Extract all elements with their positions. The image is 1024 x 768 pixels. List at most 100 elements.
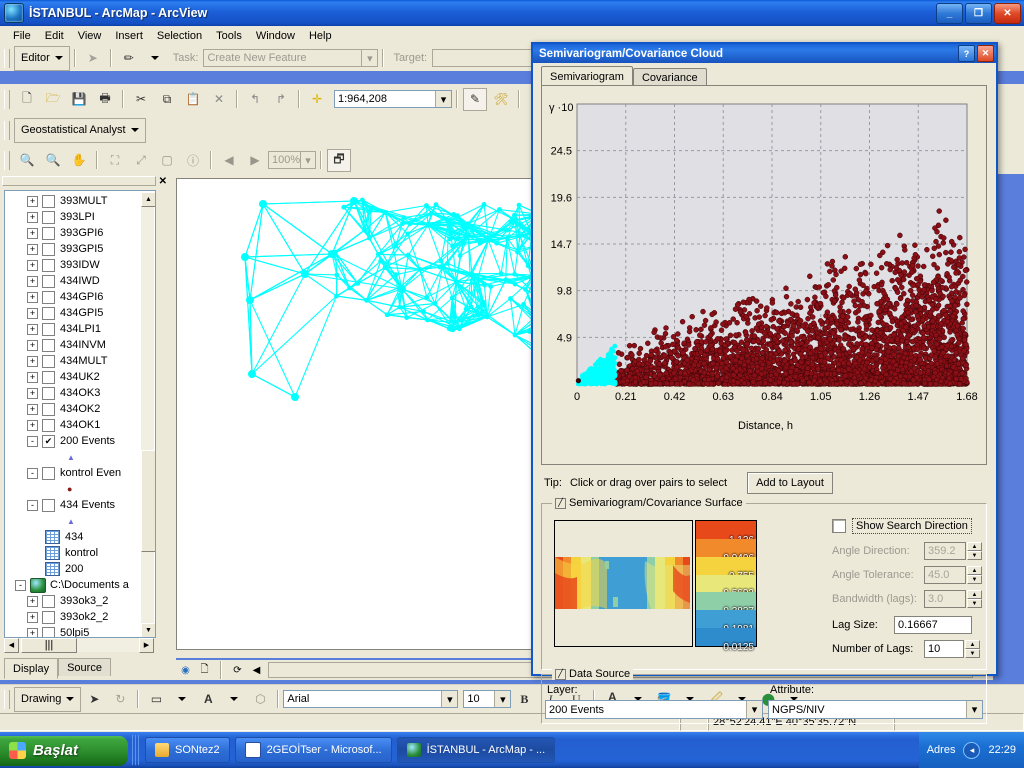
collapse-icon[interactable]: ╱ [555,497,566,509]
tab-covariance[interactable]: Covariance [632,68,707,86]
tree-expander-icon[interactable]: + [27,323,38,335]
taskbar-item-word[interactable]: 2GEOİTser - Microsof... [234,737,392,763]
toc-item[interactable]: +434GPI6 [5,289,155,305]
menu-tools[interactable]: Tools [209,28,249,44]
toc-item[interactable]: +434UK2 [5,369,155,385]
zoom-in-icon[interactable]: 🔍 [15,149,39,172]
scroll-right-icon[interactable]: ▶ [139,637,154,653]
close-button[interactable]: ✕ [994,2,1021,24]
toolbar-grip[interactable] [4,89,10,109]
tree-expander-icon[interactable]: + [27,403,38,415]
toc-item[interactable]: - kontrol Even [5,465,155,481]
toc-item[interactable]: +50lpi5 [5,625,155,637]
tree-expander-icon[interactable]: + [27,595,38,607]
target-combo[interactable] [432,49,543,67]
tree-expander-icon[interactable]: + [27,355,38,367]
maximize-button[interactable]: ❐ [965,2,992,24]
tree-expander-icon[interactable]: - [27,499,38,511]
toc-item[interactable]: +393GPI5 [5,241,155,257]
toc-item[interactable]: +393LPI [5,209,155,225]
toc-titlebar[interactable] [2,176,156,186]
delete-icon[interactable]: ✕ [207,88,231,111]
toc-item[interactable]: 434 [5,529,155,545]
collapse-icon[interactable]: ◀ [249,663,264,678]
tree-expander-icon[interactable]: - [15,579,26,591]
scroll-up-icon[interactable]: ▲ [141,192,155,207]
toc-item[interactable]: - 434 Events [5,497,155,513]
toc-item[interactable]: +434OK3 [5,385,155,401]
toc-item[interactable]: - C:\Documents a [5,577,155,593]
toolbar-grip[interactable] [4,120,10,140]
layer-visibility-checkbox[interactable] [42,210,55,224]
layer-visibility-checkbox[interactable] [42,418,55,432]
tree-expander-icon[interactable]: - [27,435,38,447]
layer-visibility-checkbox[interactable] [42,386,55,400]
tree-expander-icon[interactable]: + [27,243,38,255]
full-extent-icon[interactable]: ⛶ [103,149,127,172]
collapse-icon[interactable]: ╱ [555,668,566,680]
toolbox-icon[interactable]: 🛠 [489,88,513,111]
print-icon[interactable]: 🖶 [93,88,117,111]
menu-view[interactable]: View [71,28,109,44]
tree-expander-icon[interactable]: + [27,339,38,351]
scroll-left-icon[interactable]: ◀ [4,637,19,653]
menu-selection[interactable]: Selection [150,28,209,44]
geostatistical-analyst-menu-button[interactable]: Geostatistical Analyst [14,117,146,143]
save-icon[interactable]: 💾 [67,88,91,111]
layer-visibility-checkbox[interactable] [42,242,55,256]
tab-semivariogram[interactable]: Semivariogram [541,66,633,86]
toc-item[interactable]: +434MULT [5,353,155,369]
zoom-out-icon[interactable]: 🔍 [41,149,65,172]
minimize-button[interactable]: _ [936,2,963,24]
draw-rectangle-icon[interactable]: ▭ [144,688,168,711]
layer-visibility-checkbox[interactable] [42,194,55,208]
angle-direction-spinner[interactable]: ▲ ▼ [967,542,982,560]
toc-item[interactable]: 200 [5,561,155,577]
help-button[interactable]: ? [958,45,975,62]
toc-item[interactable]: +393ok2_2 [5,609,155,625]
toolbar-grip[interactable] [4,48,10,68]
bold-button[interactable]: B [512,688,536,711]
pan-icon[interactable]: ✋ [67,149,91,172]
menu-help[interactable]: Help [302,28,339,44]
rotate-icon[interactable]: ↻ [108,688,132,711]
clock[interactable]: 22:29 [988,744,1016,756]
tree-expander-icon[interactable]: + [27,227,38,239]
menu-window[interactable]: Window [249,28,302,44]
sketch-tool-icon[interactable]: ✏ [117,47,141,70]
draw-shape-dropdown-icon[interactable] [170,688,194,711]
layer-visibility-checkbox[interactable] [42,626,55,637]
paste-icon[interactable]: 📋 [181,88,205,111]
tab-display[interactable]: Display [4,658,59,679]
tree-expander-icon[interactable]: + [27,291,38,303]
text-tool-icon[interactable]: A [196,688,220,711]
menu-edit[interactable]: Edit [38,28,71,44]
toc-item[interactable]: +393IDW [5,257,155,273]
toc-item[interactable]: +434LPI1 [5,321,155,337]
identify-icon[interactable]: ⓘ [181,149,205,172]
select-features-icon[interactable]: ▢ [155,149,179,172]
toc-item[interactable]: +393GPI6 [5,225,155,241]
toc-item[interactable]: +393ok3_2 [5,593,155,609]
tray-address-label[interactable]: Adres [927,744,956,756]
map-scale-combo[interactable]: 1:964,208 ▾ [334,90,452,108]
tree-expander-icon[interactable]: + [27,371,38,383]
toolbar-grip[interactable] [4,150,10,170]
undo-icon[interactable]: ↰ [243,88,267,111]
layer-visibility-checkbox[interactable] [42,258,55,272]
number-of-lags-input[interactable]: 10 [924,640,964,658]
redo-icon[interactable]: ↱ [269,88,293,111]
scrollbar-thumb[interactable]: ||| [21,637,77,653]
task-combo[interactable]: Create New Feature ▾ [203,49,379,67]
toc-item[interactable]: +434OK1 [5,417,155,433]
toc-item[interactable]: +393MULT [5,193,155,209]
tree-expander-icon[interactable]: + [27,387,38,399]
toc-item[interactable]: +434GPI5 [5,305,155,321]
forward-extent-icon[interactable]: ▶ [243,149,267,172]
lag-size-input[interactable]: 0.16667 [894,616,972,634]
tree-expander-icon[interactable]: + [27,275,38,287]
tree-expander-icon[interactable]: + [27,627,38,637]
toc-item[interactable]: - ✔ 200 Events [5,433,155,449]
tab-source[interactable]: Source [58,658,111,676]
layer-visibility-checkbox[interactable]: ✔ [42,434,55,448]
